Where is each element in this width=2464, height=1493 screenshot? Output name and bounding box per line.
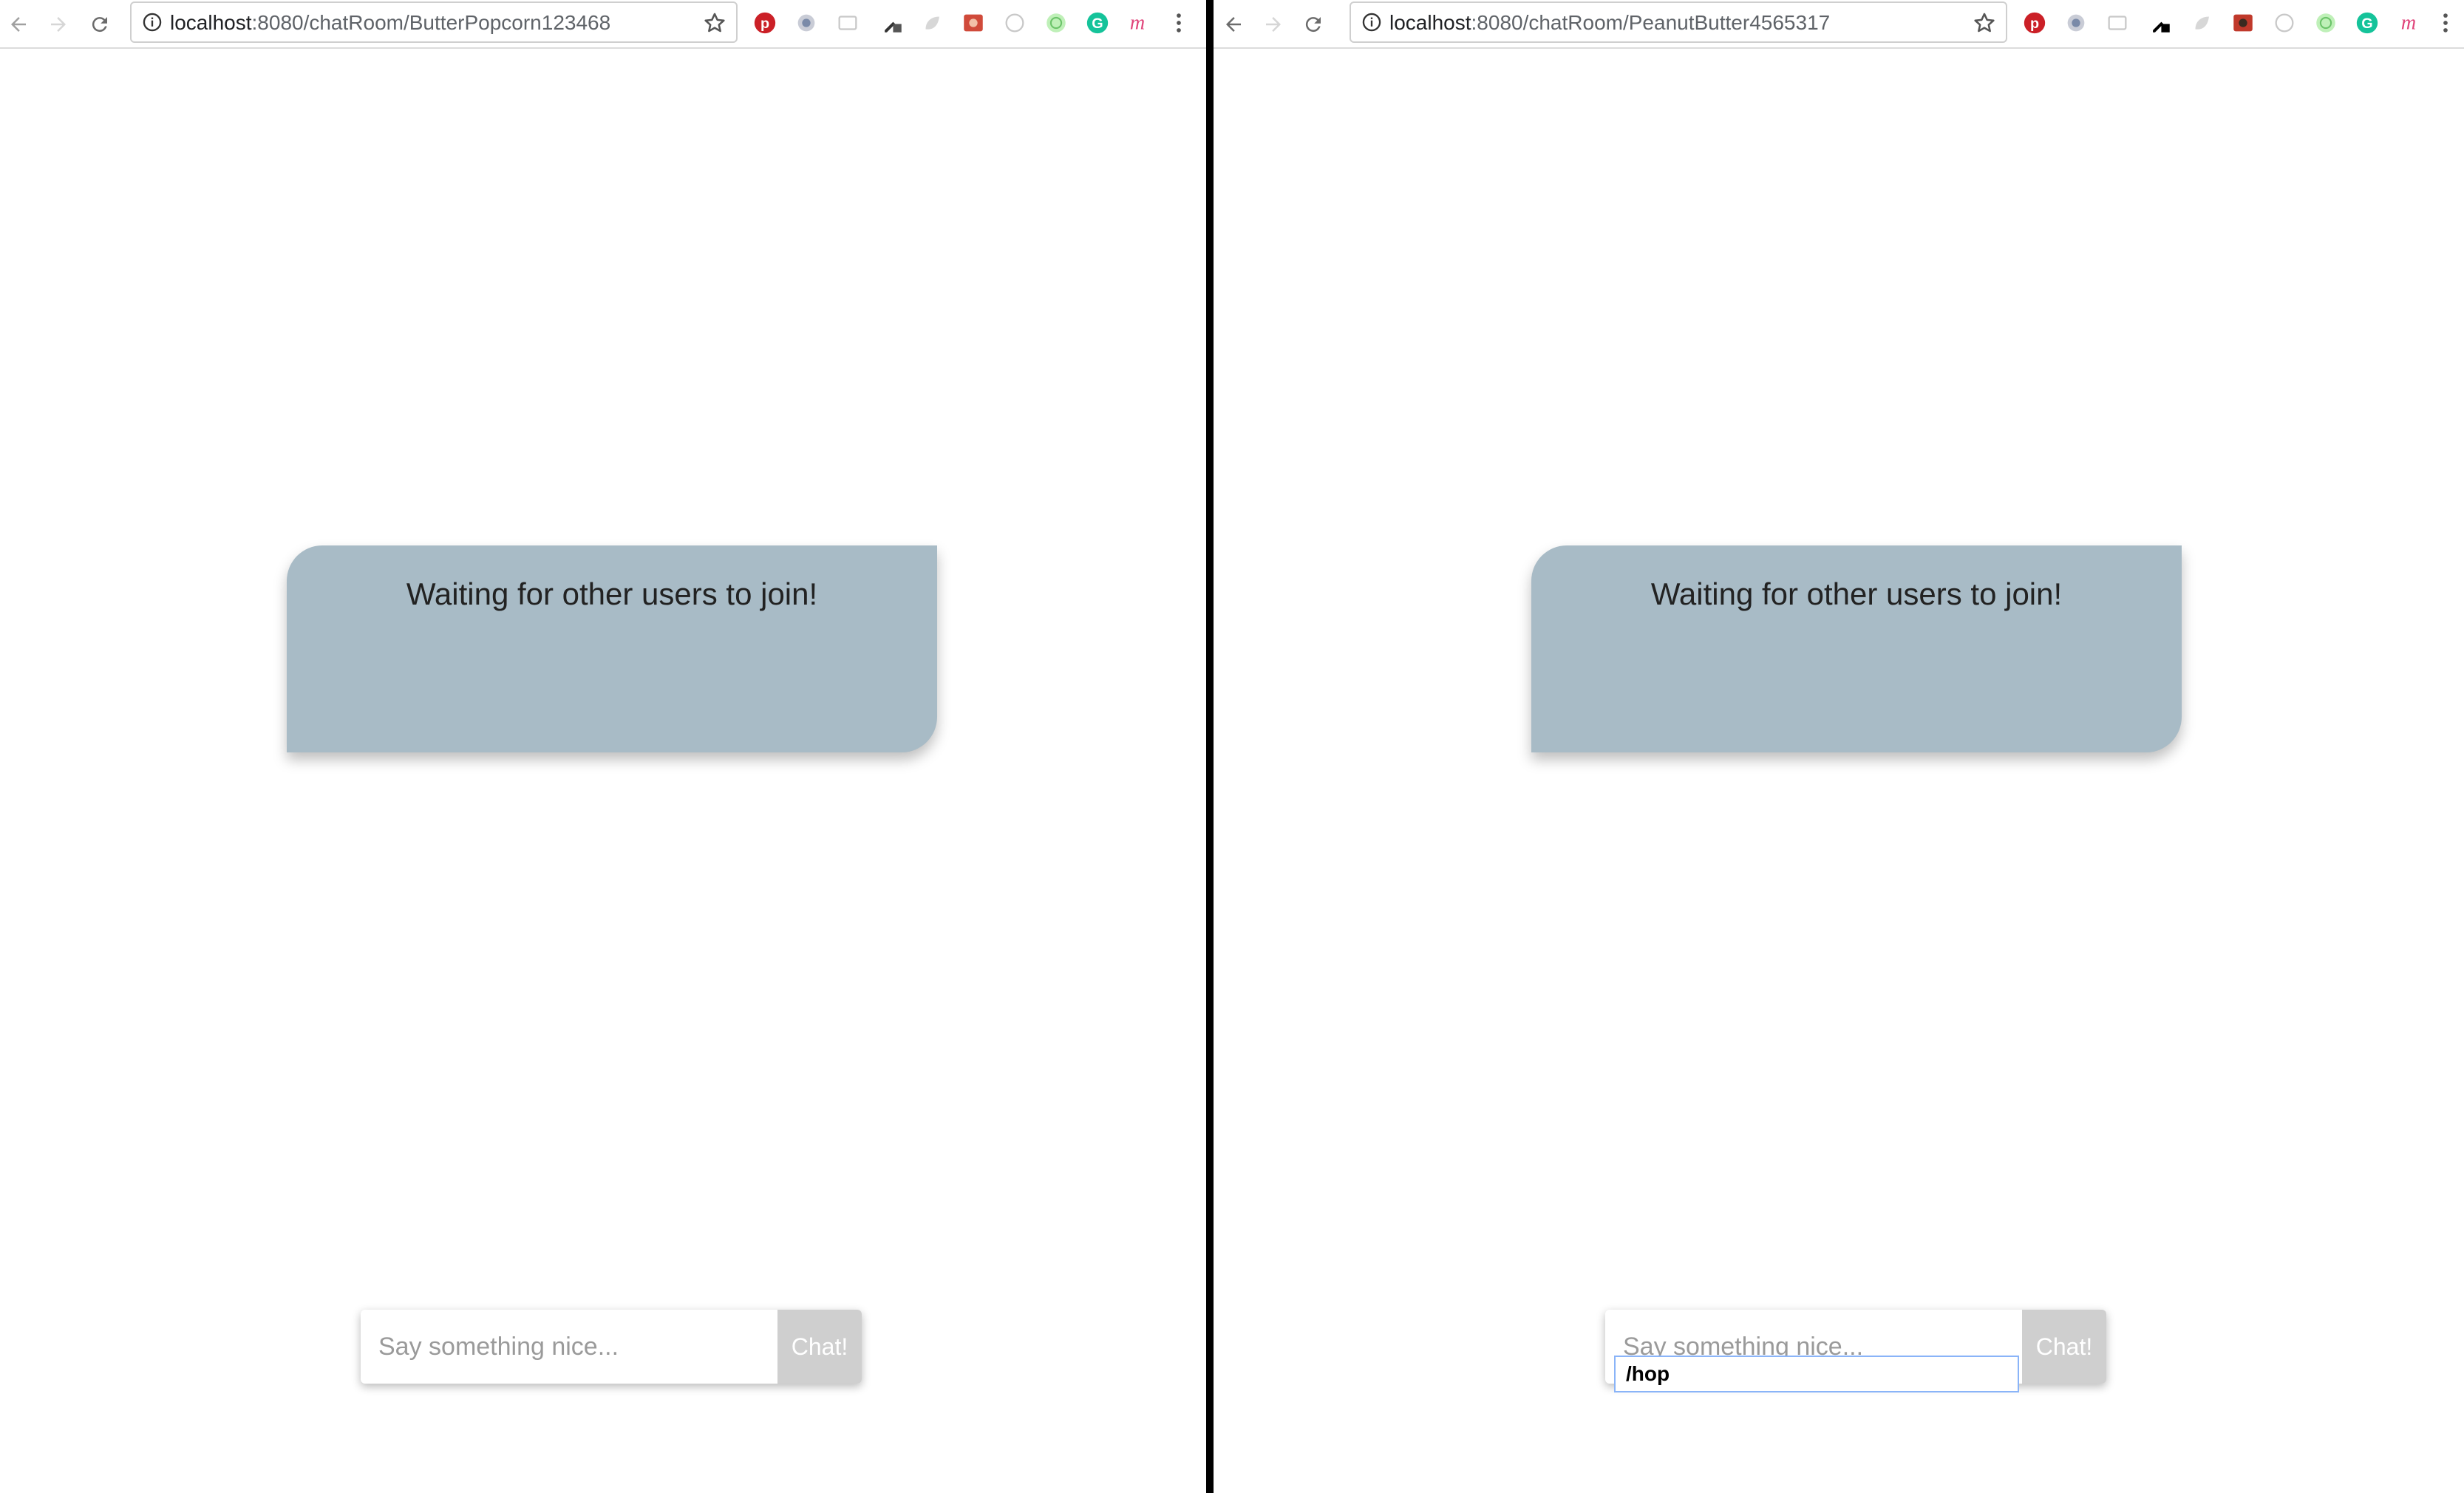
grammarly-icon[interactable]: G: [1085, 10, 1110, 35]
address-bar[interactable]: localhost:8080/chatRoom/ButterPopcorn123…: [130, 1, 738, 43]
svg-text:G: G: [1092, 16, 1103, 32]
svg-text:m: m: [2401, 12, 2416, 35]
svg-text:p: p: [760, 16, 769, 32]
browser-toolbar: localhost:8080/chatRoom/ButterPopcorn123…: [0, 0, 1206, 49]
chat-send-button[interactable]: Chat!: [777, 1310, 862, 1384]
status-card: Waiting for other users to join!: [1531, 545, 2182, 752]
url-host: localhost: [1389, 11, 1471, 34]
grammarly-icon[interactable]: G: [2355, 10, 2380, 35]
url-path: :8080/chatRoom/ButterPopcorn123468: [251, 11, 611, 34]
status-card: Waiting for other users to join!: [287, 545, 937, 752]
cast-icon[interactable]: [835, 10, 860, 35]
chat-input[interactable]: [361, 1310, 775, 1384]
url-host: localhost: [170, 11, 252, 34]
left-browser-window: localhost:8080/chatRoom/ButterPopcorn123…: [0, 0, 1206, 1493]
chat-form: Chat!: [361, 1310, 862, 1384]
info-icon[interactable]: [142, 12, 163, 33]
info-icon[interactable]: [1361, 12, 1382, 33]
cast-icon[interactable]: [2105, 10, 2130, 35]
photo-icon[interactable]: [2230, 10, 2256, 35]
right-browser-window: localhost:8080/chatRoom/PeanutButter4565…: [1214, 0, 2464, 1493]
status-message: Waiting for other users to join!: [1650, 577, 2063, 611]
pinterest-icon[interactable]: p: [2022, 10, 2047, 35]
eyedropper-icon[interactable]: [2148, 10, 2173, 35]
eye-icon[interactable]: [2063, 10, 2089, 35]
circle-icon[interactable]: [1002, 10, 1027, 35]
reload-icon[interactable]: [1301, 12, 1326, 37]
browser-toolbar: localhost:8080/chatRoom/PeanutButter4565…: [1214, 0, 2464, 49]
eye-icon[interactable]: [794, 10, 819, 35]
url-text: localhost:8080/chatRoom/PeanutButter4565…: [1389, 12, 1830, 34]
leaf-icon[interactable]: [2189, 10, 2214, 35]
menu-dots-icon[interactable]: [1166, 10, 1191, 35]
photo-icon[interactable]: [961, 10, 986, 35]
url-path: :8080/chatRoom/PeanutButter4565317: [1471, 11, 1831, 34]
smile-icon[interactable]: [1044, 10, 1069, 35]
back-icon[interactable]: [6, 12, 31, 37]
circle-icon[interactable]: [2272, 10, 2297, 35]
back-icon[interactable]: [1221, 12, 1246, 37]
forward-icon[interactable]: [1261, 12, 1286, 37]
forward-icon[interactable]: [46, 12, 71, 37]
status-message: Waiting for other users to join!: [406, 577, 818, 611]
chat-send-button[interactable]: Chat!: [2022, 1310, 2106, 1384]
window-divider: [1206, 0, 1214, 1493]
m-icon[interactable]: m: [1125, 10, 1150, 35]
eyedropper-icon[interactable]: [879, 10, 905, 35]
m-icon[interactable]: m: [2396, 10, 2421, 35]
url-text: localhost:8080/chatRoom/ButterPopcorn123…: [170, 12, 610, 34]
leaf-icon[interactable]: [919, 10, 945, 35]
svg-text:p: p: [2030, 16, 2039, 32]
menu-dots-icon[interactable]: [2433, 10, 2458, 35]
reload-icon[interactable]: [87, 12, 112, 37]
autocomplete-suggestion[interactable]: /hop: [1614, 1356, 2019, 1392]
address-bar[interactable]: localhost:8080/chatRoom/PeanutButter4565…: [1350, 1, 2007, 43]
svg-text:m: m: [1130, 12, 1145, 35]
smile-icon[interactable]: [2313, 10, 2338, 35]
bookmark-star-icon[interactable]: [702, 10, 727, 35]
pinterest-icon[interactable]: p: [752, 10, 777, 35]
bookmark-star-icon[interactable]: [1972, 10, 1997, 35]
svg-text:G: G: [2361, 16, 2372, 32]
